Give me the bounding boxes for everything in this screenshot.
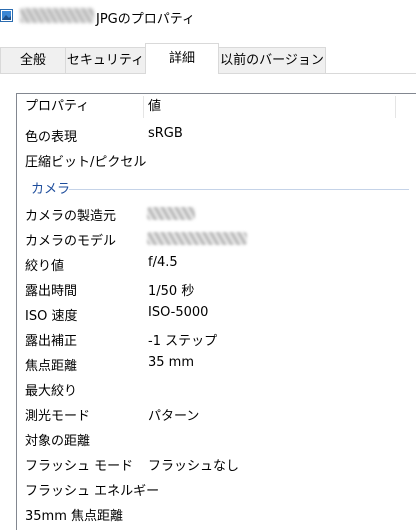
property-name: 焦点距離 [25, 359, 78, 374]
window-title: JPGのプロパティ [96, 12, 195, 27]
property-name: 露出補正 [25, 334, 78, 349]
table-row[interactable]: 焦点距離 35 mm [17, 352, 416, 377]
image-file-icon [0, 9, 13, 22]
table-row[interactable]: 測光モード パターン [17, 402, 416, 427]
property-name: 測光モード [25, 409, 91, 424]
tab-details[interactable]: 詳細 [145, 43, 219, 74]
tab-previous-versions[interactable]: 以前のバージョン [218, 47, 326, 73]
title-bar: JPGのプロパティ [0, 0, 416, 34]
redacted-filename [20, 8, 94, 23]
property-value: フラッシュなし [148, 459, 240, 474]
property-name: フラッシュ エネルギー [25, 484, 160, 499]
table-row[interactable]: 圧縮ビット/ピクセル [17, 148, 416, 173]
property-value: f/4.5 [148, 255, 178, 270]
properties-window: JPGのプロパティ 全般 セキュリティ 詳細 以前のバージョン プロパティ 値 … [0, 0, 416, 530]
property-name: 絞り値 [25, 259, 65, 274]
property-value: -1 ステップ [148, 334, 218, 349]
table-row[interactable]: フラッシュ モード フラッシュなし [17, 452, 416, 477]
group-divider [69, 189, 409, 190]
property-value: sRGB [148, 126, 183, 141]
column-header-divider[interactable] [395, 96, 396, 118]
tab-security[interactable]: セキュリティ [65, 47, 146, 73]
table-row[interactable]: ISO 速度 ISO-5000 [17, 302, 416, 327]
property-value: 1/50 秒 [148, 284, 195, 299]
column-header-value[interactable]: 値 [148, 94, 161, 120]
property-value: ISO-5000 [148, 305, 209, 320]
property-name: 35mm 焦点距離 [25, 509, 124, 524]
tab-bar: 全般 セキュリティ 詳細 以前のバージョン [0, 43, 416, 74]
column-header-divider[interactable] [143, 96, 144, 118]
table-row[interactable]: 露出補正 -1 ステップ [17, 327, 416, 352]
table-row[interactable]: カメラのモデル [17, 227, 416, 252]
redacted-value [147, 207, 195, 220]
table-row[interactable]: 色の表現 sRGB [17, 123, 416, 148]
property-name: 対象の距離 [25, 434, 91, 449]
column-header-property[interactable]: プロパティ [25, 94, 89, 120]
property-name: フラッシュ モード [25, 459, 134, 474]
property-list[interactable]: プロパティ 値 色の表現 sRGB 圧縮ビット/ピクセル カメラ カメラの製造元… [16, 93, 416, 530]
table-row[interactable]: フラッシュ エネルギー [17, 477, 416, 502]
property-name: カメラの製造元 [25, 209, 117, 224]
group-label: カメラ [31, 182, 71, 197]
group-header-camera[interactable]: カメラ [17, 175, 416, 200]
redacted-value [147, 232, 247, 245]
table-row[interactable]: 絞り値 f/4.5 [17, 252, 416, 277]
property-name: 色の表現 [25, 130, 78, 145]
table-row[interactable]: 露出時間 1/50 秒 [17, 277, 416, 302]
table-row[interactable]: カメラの製造元 [17, 202, 416, 227]
property-name: カメラのモデル [25, 234, 117, 249]
property-value: 35 mm [148, 355, 195, 370]
tab-general[interactable]: 全般 [0, 47, 66, 73]
property-value: パターン [148, 409, 200, 424]
property-name: 露出時間 [25, 284, 78, 299]
table-row[interactable]: 最大絞り [17, 377, 416, 402]
table-row[interactable]: 対象の距離 [17, 427, 416, 452]
property-name: 最大絞り [25, 384, 78, 399]
property-name: ISO 速度 [25, 309, 78, 324]
table-row[interactable]: 35mm 焦点距離 [17, 502, 416, 527]
property-name: 圧縮ビット/ピクセル [25, 155, 147, 170]
